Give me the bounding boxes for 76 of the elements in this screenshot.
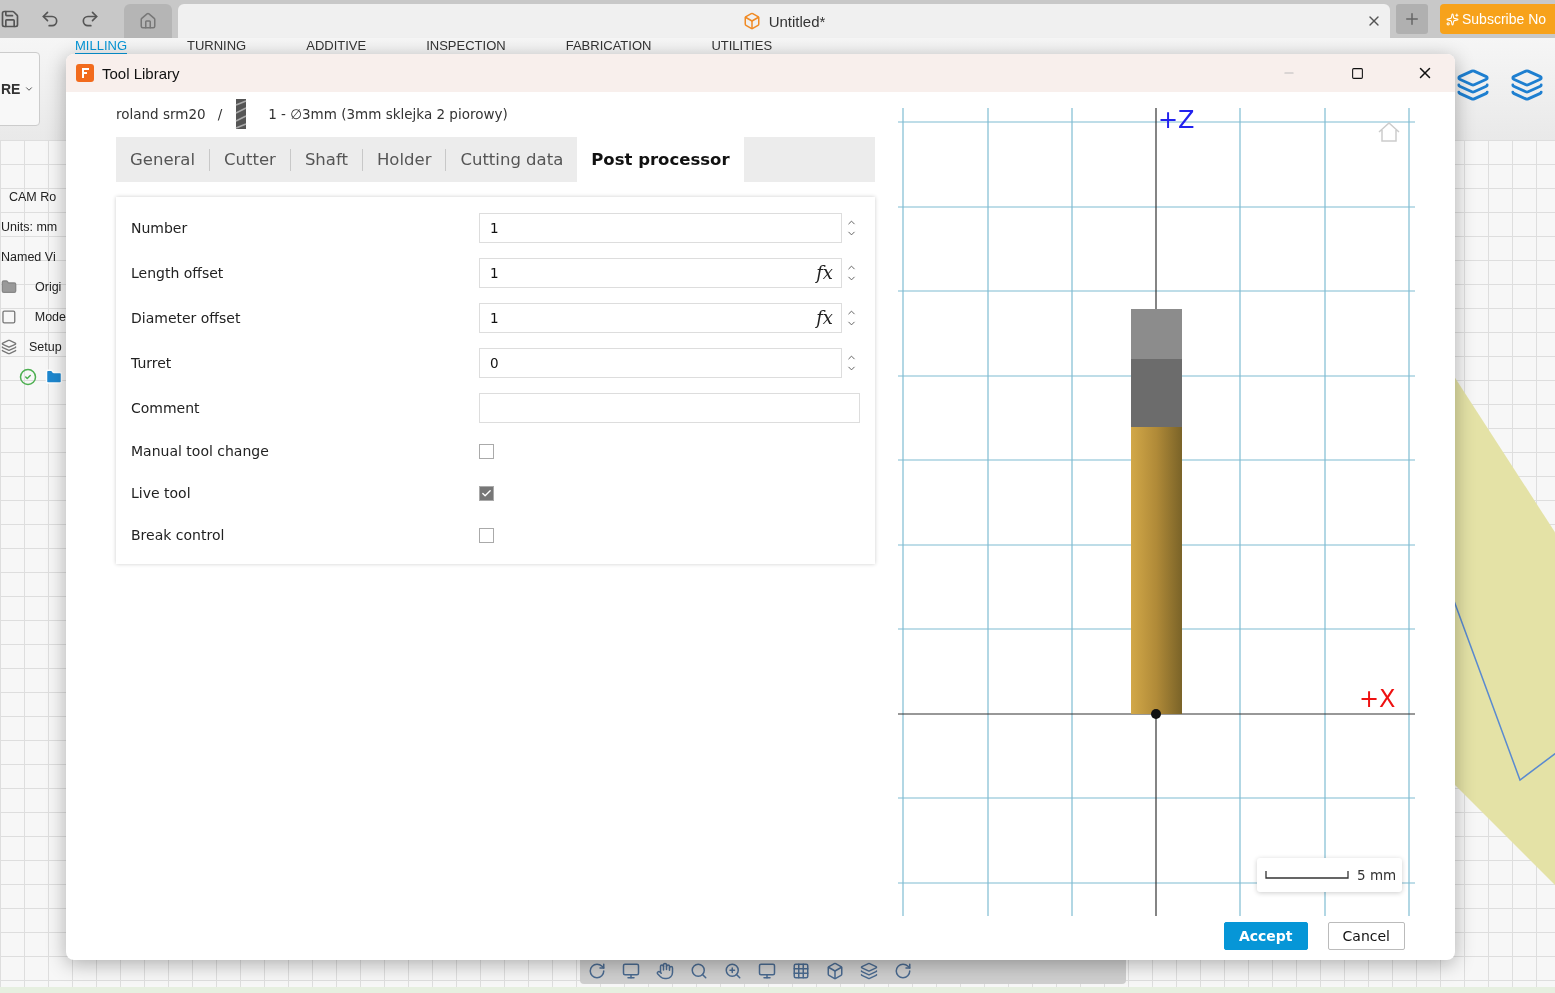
ribbon-tab[interactable]: TURNING — [187, 38, 247, 55]
tab[interactable]: Post processor — [577, 137, 744, 182]
display-icon[interactable] — [758, 962, 776, 980]
setup-icon — [1, 339, 17, 355]
pan-icon[interactable] — [656, 962, 674, 980]
tab[interactable]: Cutting data — [446, 137, 578, 182]
browser-item[interactable]: Named Vi — [1, 250, 56, 264]
document-tab[interactable]: Untitled* — [178, 4, 1390, 38]
app-logo-icon — [76, 64, 94, 82]
caret-icon — [24, 84, 35, 94]
checkbox[interactable] — [479, 527, 494, 543]
field-label: Comment — [131, 399, 201, 416]
folder-icon — [1, 279, 17, 295]
zoom-icon[interactable] — [724, 962, 742, 980]
tab[interactable]: General — [116, 137, 210, 182]
comment-field[interactable] — [479, 392, 860, 423]
ribbon-button-label: RE — [1, 81, 21, 97]
scale-line-icon — [1265, 870, 1349, 880]
browser-item[interactable]: Units: mm — [1, 220, 58, 234]
axis-label: +Z — [1158, 106, 1195, 134]
browser-item[interactable]: Origi — [35, 280, 62, 294]
redo-icon[interactable] — [80, 9, 100, 29]
field-label: Diameter offset — [131, 309, 242, 326]
ribbon-tab[interactable]: FABRICATION — [565, 38, 652, 55]
zoom-icon[interactable] — [690, 962, 708, 980]
cube-icon — [742, 12, 761, 30]
field-label: Manual tool change — [131, 443, 270, 459]
checkbox[interactable] — [479, 485, 494, 501]
plus-icon — [1403, 10, 1421, 28]
check-icon — [481, 487, 492, 499]
window-title: Tool Library — [102, 64, 181, 82]
tab[interactable]: Holder — [362, 137, 446, 182]
rotate-icon[interactable] — [894, 962, 912, 980]
home-tab[interactable] — [124, 4, 172, 38]
axis-label: +X — [1359, 685, 1396, 713]
orbit-icon[interactable] — [588, 962, 606, 980]
grid-icon[interactable] — [792, 962, 810, 980]
sparkle-icon — [1446, 12, 1459, 26]
checkbox[interactable] — [479, 443, 494, 459]
field-label: Length offset — [131, 264, 225, 281]
scale-bar: 5 mm — [1257, 858, 1403, 892]
subscribe-label: Subscribe No — [1462, 11, 1547, 27]
field-label: Turret — [131, 354, 173, 371]
browser-item[interactable]: CAM Ro — [9, 190, 57, 204]
number-field[interactable]: 0 — [479, 347, 842, 378]
tool-name: 1 - ∅3mm (3mm sklejka 2 piorowy) — [268, 106, 508, 122]
maximize-icon[interactable] — [1350, 66, 1364, 80]
ribbon-tab[interactable]: INSPECTION — [426, 38, 506, 55]
number-field[interactable]: 1 — [479, 212, 842, 243]
breadcrumb-link[interactable]: roland srm20 — [116, 106, 206, 122]
formula-button[interactable]: fx — [816, 262, 833, 283]
browser-item[interactable]: Mode — [34, 310, 66, 324]
ribbon-button[interactable]: RE — [0, 52, 40, 126]
end-mill-icon — [234, 99, 249, 129]
tab[interactable]: Shaft — [290, 137, 362, 182]
display-icon[interactable] — [622, 962, 640, 980]
ribbon-tab[interactable]: ADDITIVE — [306, 38, 367, 55]
cube-icon[interactable] — [826, 962, 844, 980]
tab[interactable]: Cutter — [210, 137, 290, 182]
field-label: Break control — [131, 527, 226, 543]
ribbon-tab[interactable]: UTILITIES — [711, 38, 773, 55]
folder-icon — [45, 368, 63, 386]
layers-icon[interactable] — [860, 962, 878, 980]
field-label: Number — [131, 219, 189, 236]
browser-item[interactable]: Setup — [29, 340, 62, 354]
number-field[interactable]: 1 fx — [479, 257, 842, 288]
field-label: Live tool — [131, 485, 192, 501]
cancel-button[interactable]: Cancel — [1327, 922, 1405, 950]
save-icon[interactable] — [0, 9, 20, 29]
home-icon — [139, 12, 157, 30]
formula-button[interactable]: fx — [816, 307, 833, 328]
component-icon — [1, 309, 17, 325]
breadcrumb-separator: / — [217, 106, 223, 122]
number-field[interactable]: 1 fx — [479, 302, 842, 333]
check-icon — [19, 368, 37, 386]
undo-icon[interactable] — [40, 9, 60, 29]
